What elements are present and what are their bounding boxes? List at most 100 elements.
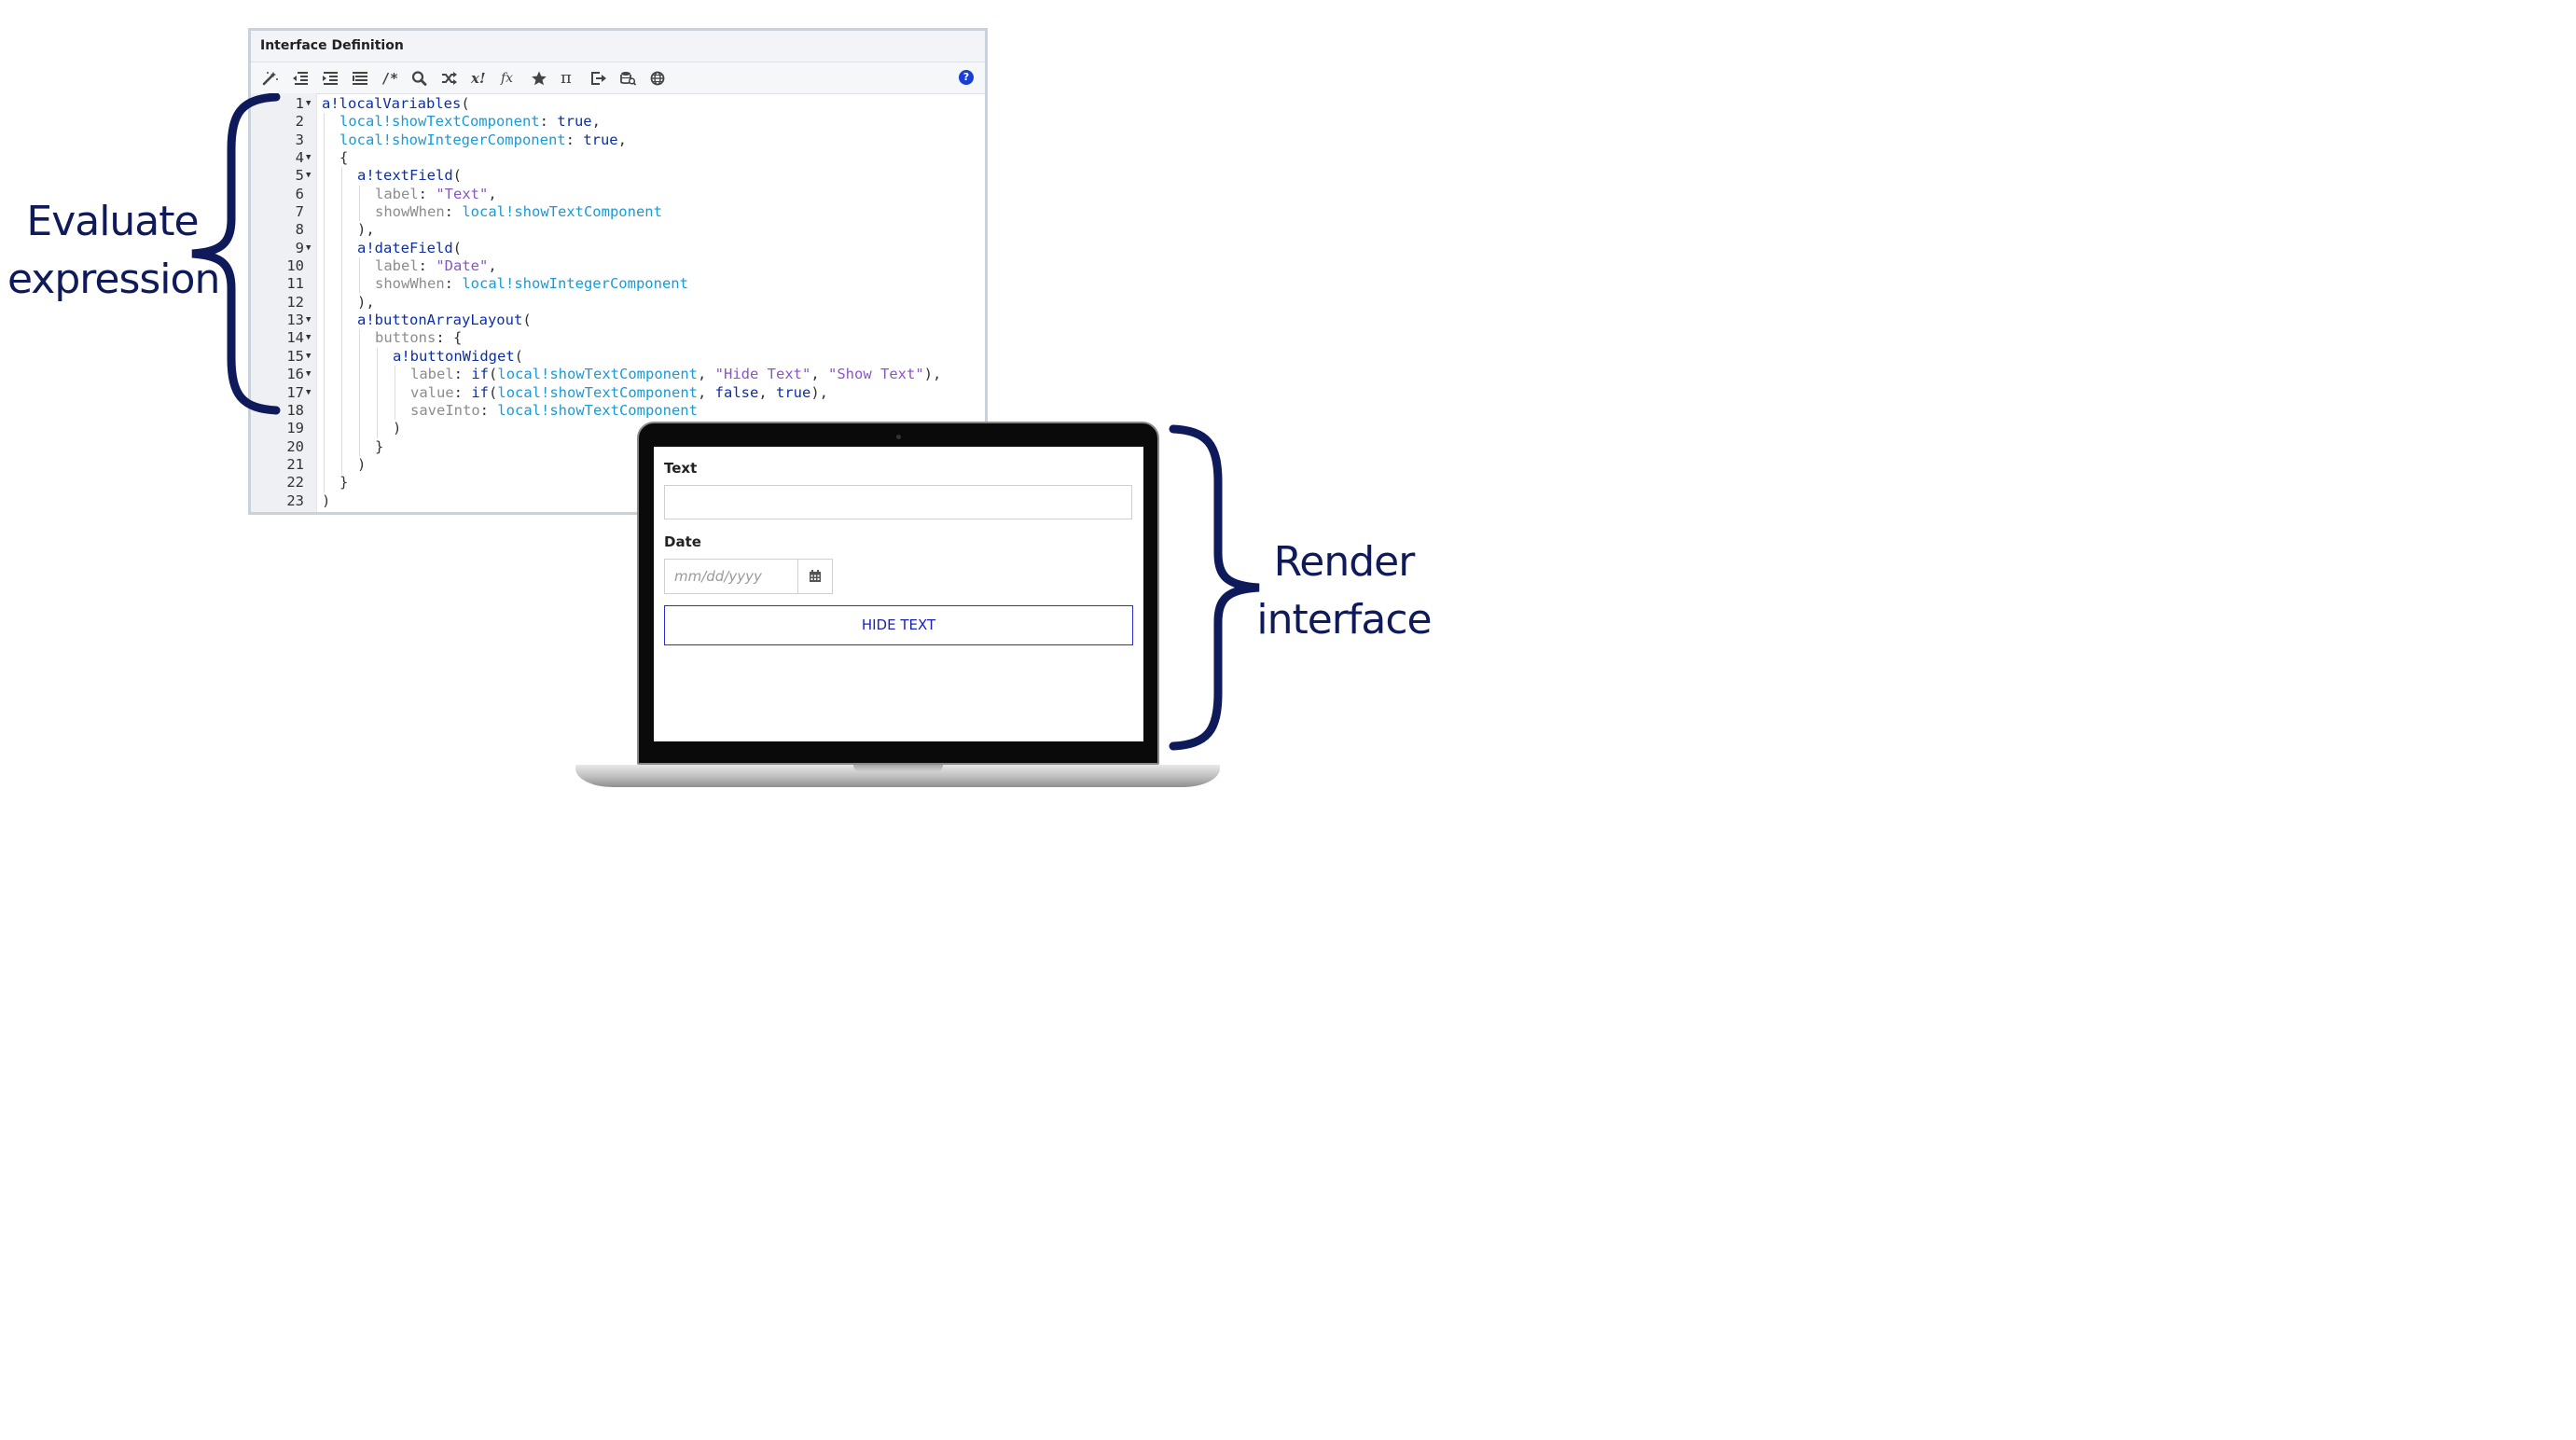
code-line[interactable]: 11 showWhen: local!showIntegerComponent	[251, 275, 985, 294]
code-token: label	[375, 185, 419, 202]
indent-guide	[359, 347, 360, 367]
code-token: ,	[698, 366, 715, 383]
code-text: local!showIntegerComponent: true,	[339, 132, 627, 149]
code-token: (	[452, 167, 462, 185]
code-text: buttons: {	[375, 329, 462, 347]
code-token: ),	[923, 366, 942, 383]
code-line[interactable]: 3 local!showIntegerComponent: true,	[251, 131, 985, 150]
code-line[interactable]: 2 local!showTextComponent: true,	[251, 113, 985, 132]
indent-guide	[324, 113, 325, 132]
hide-text-button[interactable]: HIDE TEXT	[664, 605, 1133, 645]
comment-icon[interactable]: /*	[381, 66, 411, 90]
code-line[interactable]: 16 ▼ label: if(local!showTextComponent, "H…	[251, 366, 985, 384]
code-token: "Date"	[436, 257, 489, 275]
indent-guide	[341, 437, 342, 456]
code-line[interactable]: 14 ▼ buttons: {	[251, 329, 985, 348]
indent-guide	[341, 383, 342, 402]
list-indent-icon[interactable]	[352, 66, 381, 90]
outdent-icon[interactable]	[292, 66, 322, 90]
code-line[interactable]: 7 showWhen: local!showTextComponent	[251, 203, 985, 222]
code-token: }	[375, 437, 384, 455]
line-number: 20	[286, 437, 304, 455]
code-text: )	[393, 420, 401, 437]
date-field[interactable]: mm/dd/yyyy	[664, 559, 833, 594]
star-icon[interactable]	[531, 66, 561, 90]
indent-guide	[377, 347, 378, 367]
fold-arrow-icon[interactable]: ▼	[306, 240, 311, 257]
code-token: a!buttonArrayLayout	[357, 312, 523, 329]
indent-guide	[359, 420, 360, 438]
shuffle-icon[interactable]	[441, 66, 471, 90]
indent-guide	[341, 203, 342, 222]
code-token: (	[461, 95, 470, 112]
pi-icon[interactable]: π	[561, 66, 590, 90]
globe-icon[interactable]	[650, 66, 680, 90]
code-token: ),	[810, 383, 829, 401]
code-line[interactable]: 18 saveInto: local!showTextComponent	[251, 401, 985, 421]
text-field-input[interactable]	[664, 485, 1132, 519]
indent-guide	[324, 275, 325, 294]
code-token: :	[565, 131, 584, 148]
indent-guide	[341, 312, 342, 330]
help-icon[interactable]: ?	[959, 70, 974, 85]
indent-guide	[359, 437, 360, 456]
code-token: saveInto	[410, 401, 480, 419]
code-line[interactable]: 12),	[251, 293, 985, 312]
code-text: label: "Date",	[375, 257, 497, 275]
code-line[interactable]: 10 label: "Date",	[251, 257, 985, 276]
date-field-input[interactable]: mm/dd/yyyy	[665, 560, 798, 593]
fold-arrow-icon[interactable]: ▼	[306, 348, 311, 366]
code-line[interactable]: 5 ▼ a!textField(	[251, 167, 985, 186]
code-token: if	[471, 366, 490, 383]
code-line[interactable]: 8),	[251, 221, 985, 240]
code-text: value: if(local!showTextComponent, false…	[410, 384, 828, 402]
export-icon[interactable]	[590, 66, 620, 90]
indent-guide	[359, 257, 360, 276]
code-token: ,	[488, 257, 497, 275]
line-number: 19	[286, 420, 304, 437]
code-text: ),	[357, 221, 375, 239]
code-token: ,	[810, 366, 828, 383]
code-token: ),	[357, 293, 375, 311]
code-line[interactable]: 1 ▼ a!localVariables(	[251, 95, 985, 113]
fold-arrow-icon[interactable]: ▼	[306, 95, 311, 113]
fold-arrow-icon[interactable]: ▼	[306, 366, 311, 383]
code-text: a!dateField(	[357, 240, 462, 257]
fold-arrow-icon[interactable]: ▼	[306, 312, 311, 329]
code-token: local!showTextComponent	[497, 401, 698, 419]
database-search-icon[interactable]	[620, 66, 650, 90]
indent-guide	[324, 347, 325, 367]
code-line[interactable]: 9 ▼ a!dateField(	[251, 239, 985, 258]
fold-arrow-icon[interactable]: ▼	[306, 149, 311, 167]
line-number: 23	[286, 492, 304, 509]
code-line[interactable]: 13 ▼ a!buttonArrayLayout(	[251, 312, 985, 330]
indent-icon[interactable]	[322, 66, 352, 90]
code-token: )	[393, 420, 402, 437]
date-field-label: Date	[664, 533, 701, 550]
code-line[interactable]: 15 ▼ a!buttonWidget(	[251, 347, 985, 367]
code-line[interactable]: 17 ▼ value: if(local!showTextComponent, fa…	[251, 383, 985, 402]
indent-guide	[341, 239, 342, 258]
function-icon[interactable]: fx	[501, 66, 531, 90]
code-token: if	[471, 383, 490, 401]
fold-arrow-icon[interactable]: ▼	[306, 329, 311, 347]
search-icon[interactable]	[411, 66, 441, 90]
indent-guide	[324, 383, 325, 402]
indent-guide	[324, 149, 325, 168]
indent-guide	[341, 293, 342, 312]
indent-guide	[377, 401, 378, 421]
code-line[interactable]: 4 ▼{	[251, 149, 985, 168]
fold-arrow-icon[interactable]: ▼	[306, 167, 311, 185]
indent-guide	[341, 257, 342, 276]
code-token: "Hide Text"	[714, 366, 811, 383]
factorial-icon[interactable]: x!	[471, 66, 501, 90]
format-wand-icon[interactable]	[262, 66, 292, 90]
indent-guide	[341, 401, 342, 421]
code-token: :	[444, 275, 463, 293]
fold-arrow-icon[interactable]: ▼	[306, 384, 311, 402]
code-token: ,	[488, 185, 497, 202]
indent-guide	[324, 437, 325, 456]
code-token: true	[776, 383, 811, 401]
code-line[interactable]: 6 label: "Text",	[251, 185, 985, 204]
calendar-icon[interactable]	[797, 560, 832, 593]
